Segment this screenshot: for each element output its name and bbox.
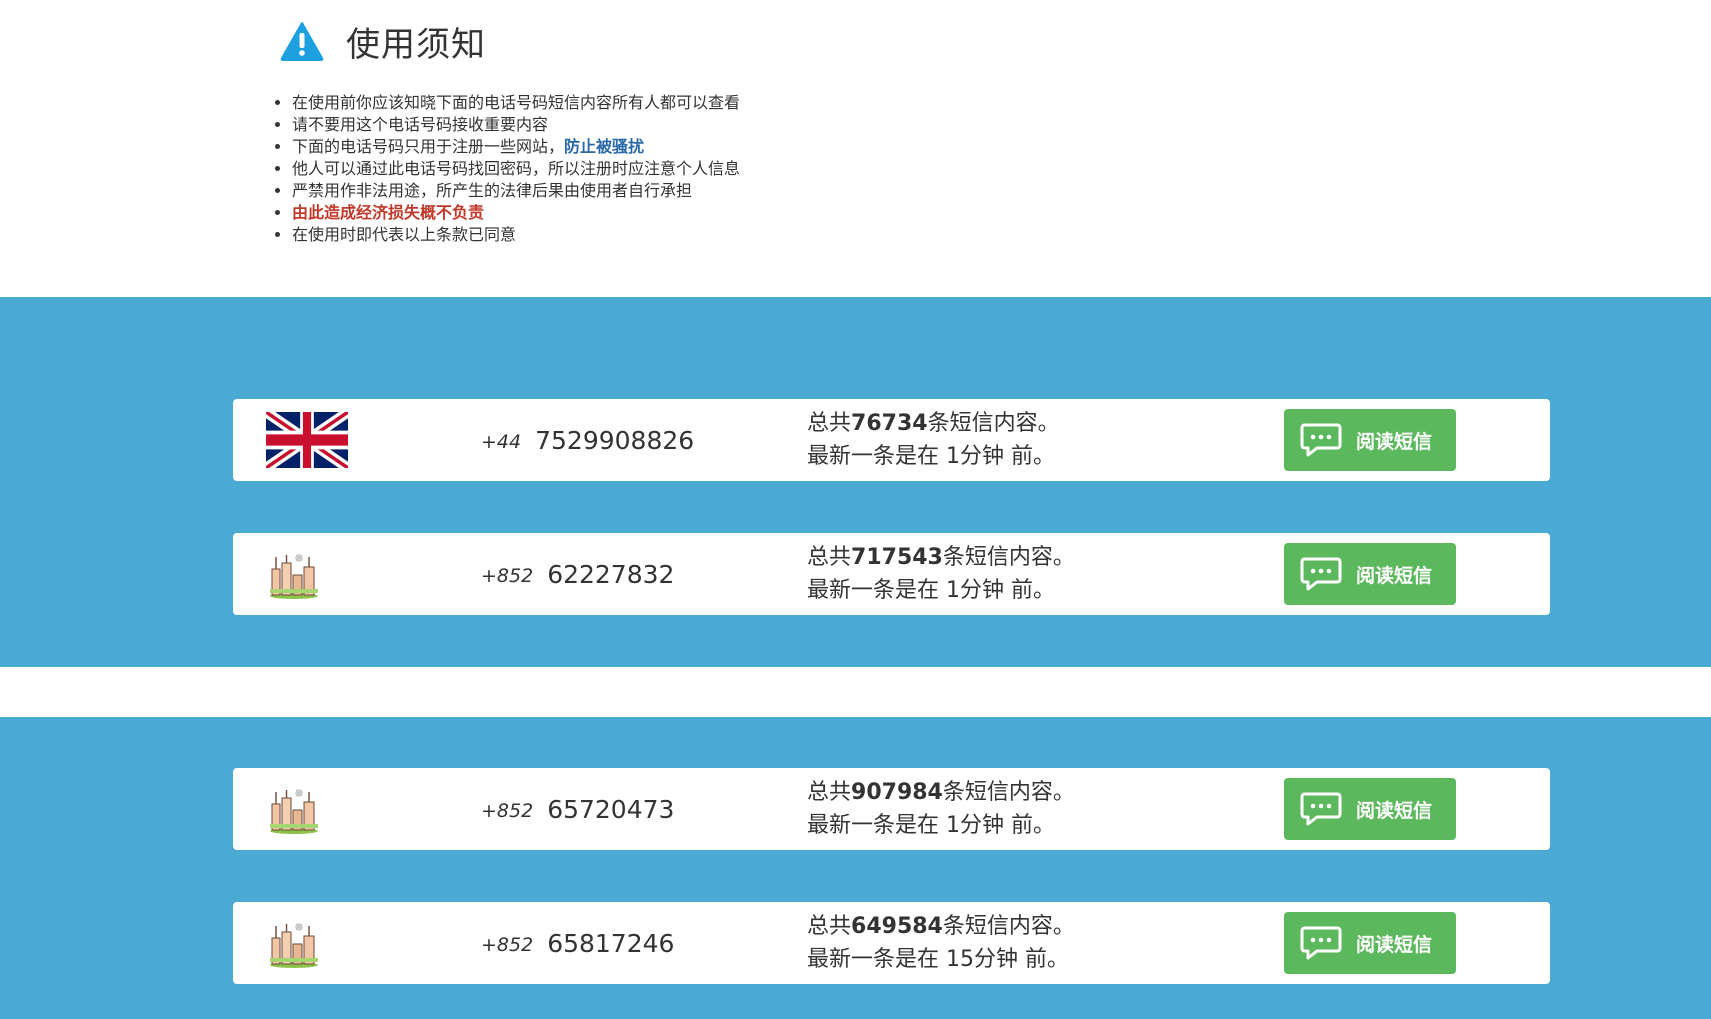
total-count: 649584: [851, 914, 943, 939]
message-stats: 总共76734条短信内容。 最新一条是在 1分钟 前。: [807, 407, 1060, 473]
hong-kong-city-icon: [270, 554, 318, 599]
number-list-section: +44 7529908826 总共76734条短信内容。 最新一条是在 1分钟 …: [0, 297, 1711, 667]
hong-kong-city-icon: [270, 923, 318, 968]
hong-kong-city-icon: [270, 789, 318, 834]
latest-prefix: 最新一条是在: [807, 444, 940, 469]
read-sms-label: 阅读短信: [1356, 933, 1433, 956]
uk-flag-icon: [266, 412, 348, 468]
latest-prefix: 最新一条是在: [807, 813, 940, 838]
country-code: +44: [481, 431, 522, 453]
country-code: +852: [481, 565, 534, 587]
total-prefix: 总共: [807, 411, 852, 436]
phone-number: +852 65720473: [481, 768, 674, 850]
number-value: 7529908826: [535, 425, 695, 455]
chat-bubble-icon: [1300, 423, 1342, 457]
latest-time: 1分钟 前。: [946, 578, 1056, 603]
total-prefix: 总共: [807, 545, 852, 570]
notice-list: 在使用前你应该知晓下面的电话号码短信内容所有人都可以查看 请不要用这个电话号码接…: [272, 92, 740, 246]
number-value: 62227832: [547, 559, 675, 589]
country-code: +852: [481, 934, 534, 956]
latest-message: 最新一条是在 1分钟 前。: [807, 574, 1075, 607]
total-count: 76734: [851, 411, 928, 436]
number-value: 65817246: [547, 928, 675, 958]
number-list-section: +852 65720473 总共907984条短信内容。 最新一条是在 1分钟 …: [0, 717, 1711, 1019]
total-count: 907984: [851, 780, 943, 805]
chat-bubble-icon: [1300, 926, 1342, 960]
read-sms-button[interactable]: 阅读短信: [1284, 543, 1456, 605]
latest-prefix: 最新一条是在: [807, 947, 940, 972]
number-value: 65720473: [547, 794, 675, 824]
latest-message: 最新一条是在 1分钟 前。: [807, 809, 1075, 842]
read-sms-label: 阅读短信: [1356, 564, 1433, 587]
usage-notice: 使用须知 在使用前你应该知晓下面的电话号码短信内容所有人都可以查看 请不要用这个…: [0, 0, 1711, 297]
notice-item: 在使用前你应该知晓下面的电话号码短信内容所有人都可以查看: [292, 92, 740, 114]
total-suffix: 条短信内容。: [927, 411, 1060, 436]
total-messages: 总共649584条短信内容。: [807, 910, 1075, 943]
latest-time: 15分钟 前。: [946, 947, 1070, 972]
total-suffix: 条短信内容。: [942, 780, 1075, 805]
read-sms-button[interactable]: 阅读短信: [1284, 409, 1456, 471]
notice-item: 他人可以通过此电话号码找回密码，所以注册时应注意个人信息: [292, 158, 740, 180]
latest-message: 最新一条是在 15分钟 前。: [807, 943, 1075, 976]
phone-number: +852 65817246: [481, 902, 674, 984]
notice-item-text: 下面的电话号码只用于注册一些网站，: [292, 137, 565, 156]
total-messages: 总共717543条短信内容。: [807, 541, 1075, 574]
chat-bubble-icon: [1300, 792, 1342, 826]
read-sms-button[interactable]: 阅读短信: [1284, 778, 1456, 840]
notice-item: 请不要用这个电话号码接收重要内容: [292, 114, 740, 136]
message-stats: 总共649584条短信内容。 最新一条是在 15分钟 前。: [807, 910, 1075, 976]
latest-time: 1分钟 前。: [946, 444, 1056, 469]
total-count: 717543: [851, 545, 943, 570]
message-stats: 总共717543条短信内容。 最新一条是在 1分钟 前。: [807, 541, 1075, 607]
total-messages: 总共907984条短信内容。: [807, 776, 1075, 809]
phone-number: +852 62227832: [481, 533, 674, 615]
notice-header: 使用须知: [280, 16, 486, 66]
read-sms-label: 阅读短信: [1356, 430, 1433, 453]
total-prefix: 总共: [807, 914, 852, 939]
anti-harassment-highlight: 防止被骚扰: [564, 137, 645, 156]
country-code: +852: [481, 800, 534, 822]
notice-item: 严禁用作非法用途，所产生的法律后果由使用者自行承担: [292, 180, 740, 202]
notice-item: 在使用时即代表以上条款已同意: [292, 224, 740, 246]
message-stats: 总共907984条短信内容。 最新一条是在 1分钟 前。: [807, 776, 1075, 842]
warning-icon: [280, 22, 324, 61]
total-suffix: 条短信内容。: [942, 914, 1075, 939]
number-card: +852 65720473 总共907984条短信内容。 最新一条是在 1分钟 …: [233, 768, 1550, 850]
latest-prefix: 最新一条是在: [807, 578, 940, 603]
liability-disclaimer: 由此造成经济损失概不负责: [292, 203, 485, 222]
latest-message: 最新一条是在 1分钟 前。: [807, 440, 1060, 473]
number-card: +852 65817246 总共649584条短信内容。 最新一条是在 15分钟…: [233, 902, 1550, 984]
total-suffix: 条短信内容。: [942, 545, 1075, 570]
phone-number: +44 7529908826: [481, 399, 694, 481]
latest-time: 1分钟 前。: [946, 813, 1056, 838]
read-sms-button[interactable]: 阅读短信: [1284, 912, 1456, 974]
total-messages: 总共76734条短信内容。: [807, 407, 1060, 440]
notice-title: 使用须知: [346, 24, 486, 65]
total-prefix: 总共: [807, 780, 852, 805]
notice-item: 由此造成经济损失概不负责: [292, 202, 740, 224]
chat-bubble-icon: [1300, 557, 1342, 591]
number-card: +44 7529908826 总共76734条短信内容。 最新一条是在 1分钟 …: [233, 399, 1550, 481]
notice-item: 下面的电话号码只用于注册一些网站，防止被骚扰: [292, 136, 740, 158]
read-sms-label: 阅读短信: [1356, 799, 1433, 822]
number-card: +852 62227832 总共717543条短信内容。 最新一条是在 1分钟 …: [233, 533, 1550, 615]
